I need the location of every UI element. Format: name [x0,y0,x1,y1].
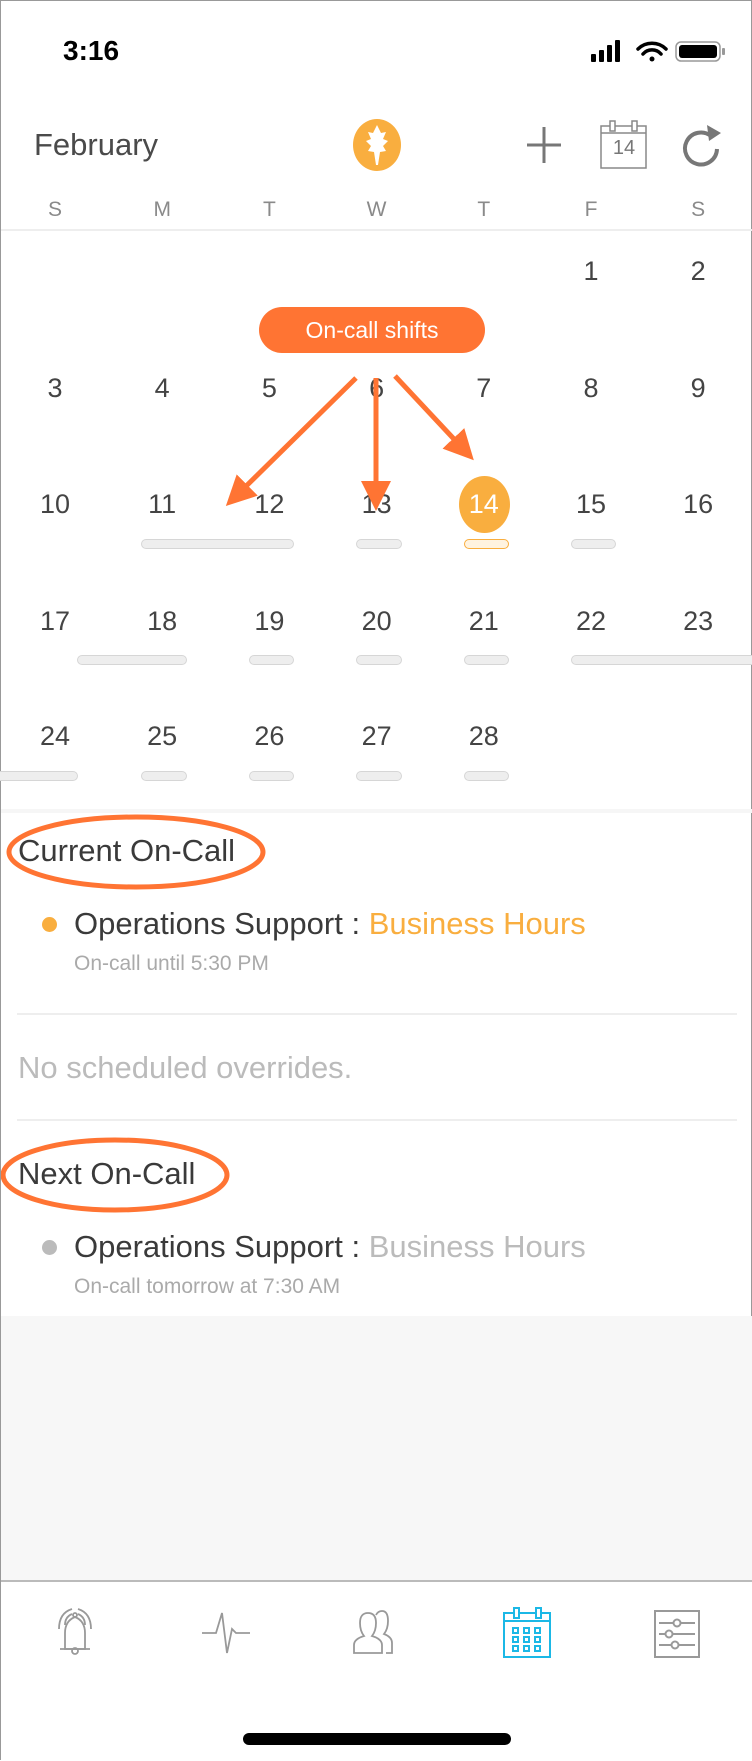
calendar-day-26[interactable]: 26 [234,720,304,752]
calendar-day-23[interactable]: 23 [663,605,733,637]
calendar-day-14[interactable]: 14 [449,488,519,520]
calendar-day-9[interactable]: 9 [663,372,733,404]
weekday-label: S [47,198,62,221]
weekday-label: F [584,198,598,221]
schedule-name[interactable]: Business Hours [369,906,586,941]
status-time: 3:16 [63,35,120,66]
next-on-call-item[interactable]: Operations Support : Business Hours On-c… [1,1224,752,1314]
header-divider [1,229,752,231]
on-call-shift-bar[interactable] [77,655,187,665]
on-call-shift-bar[interactable] [464,539,509,549]
calendar-day-24[interactable]: 24 [20,720,90,752]
status-dot [42,1240,57,1255]
month-title: February [34,127,159,162]
calendar-day-1[interactable]: 1 [556,255,626,287]
calendar-bottom-divider [1,809,752,813]
calendar-day-6[interactable]: 6 [342,372,412,404]
weekday-label: W [366,198,387,221]
on-call-shifts-annotation: On-call shifts [259,307,485,353]
on-call-shift-bar[interactable] [571,655,752,665]
calendar-day-5[interactable]: 5 [234,372,304,404]
annotation-overlay [1,374,474,1213]
on-call-shift-bar[interactable] [141,771,187,781]
schedule-name[interactable]: Business Hours [369,1229,586,1264]
current-on-call-item[interactable]: Operations Support : Business Hours On-c… [1,901,752,991]
on-call-detail: On-call tomorrow at 7:30 AM [74,1275,341,1298]
home-indicator[interactable] [243,1733,511,1745]
next-on-call-title: Next On-Call [18,1156,196,1191]
calendar-day-7[interactable]: 7 [449,372,519,404]
weekday-label: T [477,198,491,221]
team-name: Operations Support : [74,1229,361,1264]
calendar-day-15[interactable]: 15 [556,488,626,520]
current-on-call-title: Current On-Call [18,833,236,868]
status-dot [42,917,57,932]
on-call-shift-bar[interactable] [141,539,294,549]
on-call-detail: On-call until 5:30 PM [74,952,269,975]
calendar-day-17[interactable]: 17 [20,605,90,637]
calendar-day-20[interactable]: 20 [342,605,412,637]
tab-people-icon[interactable] [346,1603,406,1663]
on-call-shift-bar[interactable] [356,771,402,781]
signal-icon [591,40,620,62]
calendar-day-3[interactable]: 3 [20,372,90,404]
calendar-day-12[interactable]: 12 [234,488,304,520]
calendar-day-2[interactable]: 2 [663,255,733,287]
tab-alerts-bell-icon[interactable] [45,1603,105,1663]
status-icons [591,40,725,62]
section-divider [17,1119,737,1121]
tab-settings-sliders-icon[interactable] [647,1603,707,1663]
app-logo-leaf-icon[interactable] [353,119,401,171]
calendar-day-21[interactable]: 21 [449,605,519,637]
calendar-day-19[interactable]: 19 [234,605,304,637]
team-name: Operations Support : [74,906,361,941]
on-call-shift-bar[interactable] [356,655,402,665]
refresh-button[interactable] [681,119,725,171]
on-call-shift-bar[interactable] [249,771,294,781]
tab-calendar-icon[interactable] [496,1603,556,1663]
calendar-day-16[interactable]: 16 [663,488,733,520]
calendar-day-22[interactable]: 22 [556,605,626,637]
today-button[interactable]: 14 [600,119,648,169]
calendar-day-25[interactable]: 25 [127,720,197,752]
calendar-day-10[interactable]: 10 [20,488,90,520]
weekday-label: S [691,198,706,221]
calendar-day-4[interactable]: 4 [127,372,197,404]
on-call-shift-bar[interactable] [249,655,294,665]
empty-area [1,1316,752,1580]
tab-activity-pulse-icon[interactable] [196,1603,256,1663]
wifi-icon [636,41,668,62]
overrides-text: No scheduled overrides. [18,1050,353,1085]
calendar-day-13[interactable]: 13 [342,488,412,520]
add-button[interactable] [525,125,563,165]
calendar-day-8[interactable]: 8 [556,372,626,404]
weekday-label: T [262,198,276,221]
section-divider [17,1013,737,1015]
on-call-shift-bar[interactable] [464,771,509,781]
calendar-day-11[interactable]: 11 [127,488,197,520]
calendar-day-18[interactable]: 18 [127,605,197,637]
today-day-number: 14 [612,137,636,159]
calendar-day-28[interactable]: 28 [449,720,519,752]
on-call-shift-bar[interactable] [571,539,616,549]
on-call-shift-bar[interactable] [356,539,402,549]
on-call-shift-bar[interactable] [464,655,509,665]
calendar-day-27[interactable]: 27 [342,720,412,752]
weekday-label: M [153,198,171,221]
battery-icon [675,41,725,62]
on-call-shift-bar[interactable] [0,771,78,781]
